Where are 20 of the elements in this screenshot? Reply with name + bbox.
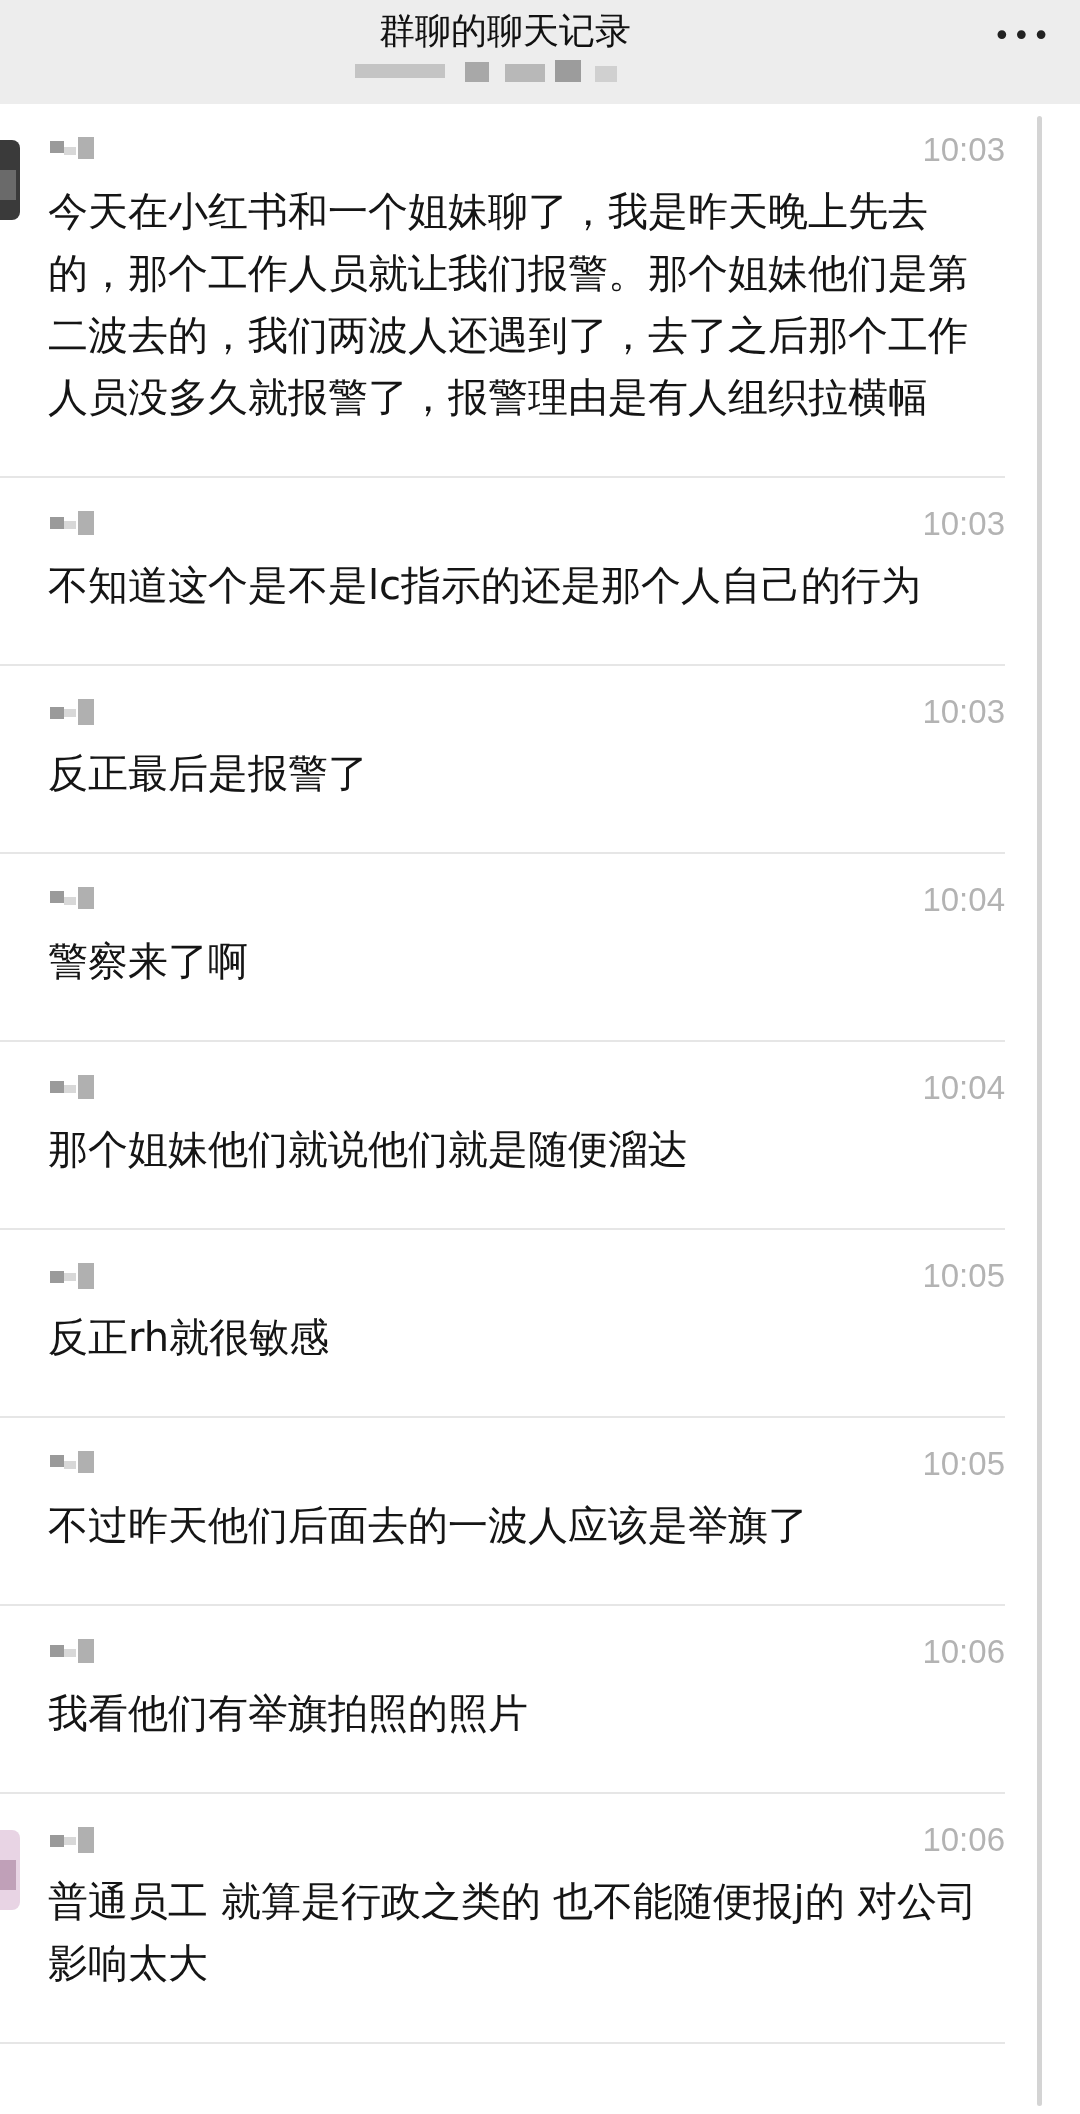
- message-time: 10:03: [922, 131, 1005, 169]
- message-time: 10:04: [922, 1069, 1005, 1107]
- message-text: 警察来了啊: [48, 937, 249, 986]
- message-text: 反正最后是报警了: [48, 749, 369, 798]
- message-time: 10:03: [922, 693, 1005, 731]
- message-time: 10:06: [922, 1633, 1005, 1671]
- screen-title: 群聊的聊天记录: [379, 9, 631, 53]
- message-time: 10:05: [922, 1257, 1005, 1295]
- message-text: 不过昨天他们后面去的一波人应该是举旗了: [48, 1501, 809, 1550]
- message-text: 反正rh就很敏感: [48, 1313, 331, 1362]
- message-time: 10:04: [922, 881, 1005, 919]
- message-text: 今天在小红书和一个姐妹聊了，我是昨天晚上先去的，那个工作人员就让我们报警。那个姐妹他们是第二波去的，我们两波人还遇到了，去了之后那个工作人员没多久就报警了，报警理由是有人组织拉横幅: [48, 187, 969, 422]
- message-text: 普通员工 就算是行政之类的 也不能随便报j的 对公司影响太大: [48, 1877, 979, 1988]
- message-time: 10:05: [922, 1445, 1005, 1483]
- more-menu-button[interactable]: •••: [992, 18, 1052, 53]
- message-text: 我看他们有举旗拍照的照片: [48, 1689, 529, 1738]
- message-text: 不知道这个是不是lc指示的还是那个人自己的行为: [48, 561, 923, 610]
- message-text: 那个姐妹他们就说他们就是随便溜达: [48, 1125, 689, 1174]
- message-time: 10:03: [922, 505, 1005, 543]
- message-time: 10:06: [922, 1821, 1005, 1859]
